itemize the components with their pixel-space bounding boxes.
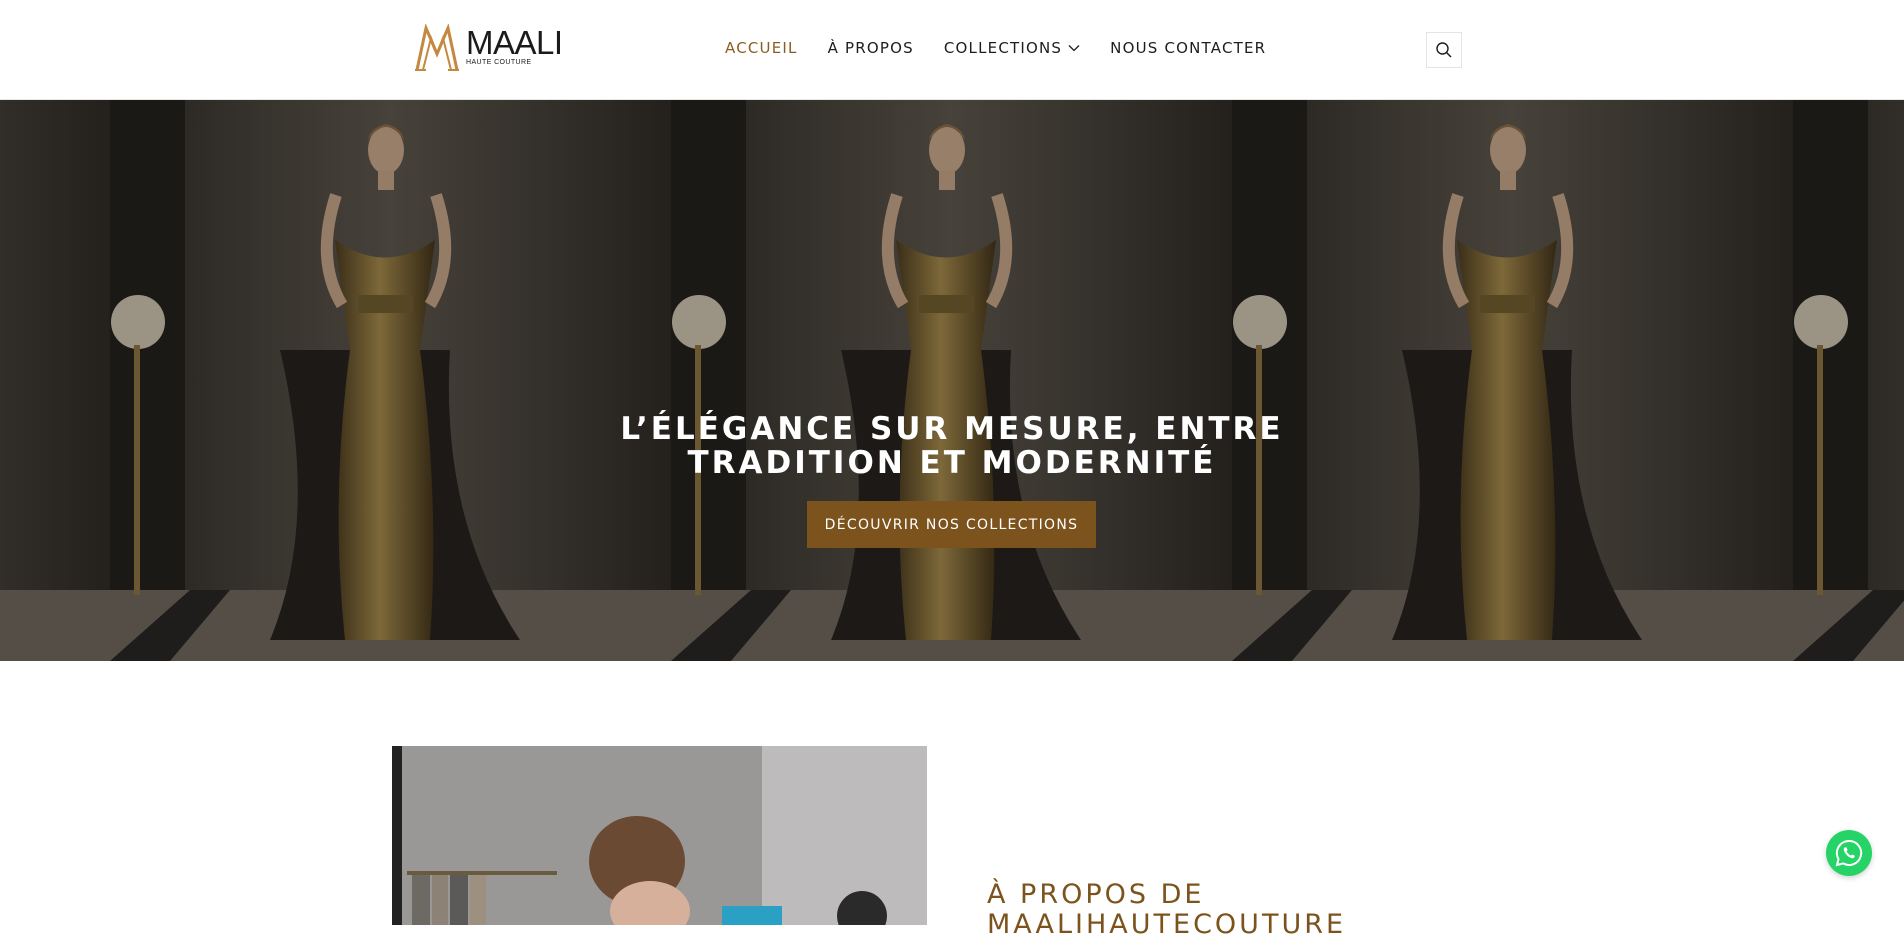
about-image: [392, 746, 927, 925]
hero-overlay: [0, 100, 1904, 661]
hero-title-line-2: TRADITION ET MODERNITÉ: [687, 445, 1217, 481]
about-heading-line-1: À PROPOS DE: [987, 879, 1205, 910]
hero-title-line-1: L’ÉLÉGANCE SUR MESURE, ENTRE: [620, 411, 1284, 447]
logo-tagline: HAUTE COUTURE: [466, 59, 532, 66]
nav-item-a-propos[interactable]: À PROPOS: [828, 39, 914, 57]
nav-item-collections[interactable]: COLLECTIONS: [944, 39, 1080, 57]
main-nav: ACCUEIL À PROPOS COLLECTIONS NOUS CONTAC…: [725, 36, 1296, 60]
site-header: MAALI HAUTE COUTURE ACCUEIL À PROPOS COL…: [0, 0, 1904, 100]
search-button[interactable]: [1426, 32, 1462, 68]
logo-monogram-icon: [415, 24, 459, 71]
search-icon: [1436, 42, 1452, 58]
logo-name: MAALI: [466, 24, 563, 61]
discover-collections-button[interactable]: DÉCOUVRIR NOS COLLECTIONS: [807, 501, 1096, 548]
chevron-down-icon: [1068, 45, 1080, 52]
about-heading: À PROPOS DE MAALIHAUTECOUTURE: [987, 880, 1387, 940]
nav-item-accueil[interactable]: ACCUEIL: [725, 39, 798, 57]
hero-banner: L’ÉLÉGANCE SUR MESURE, ENTRE TRADITION E…: [0, 100, 1904, 661]
nav-item-contact[interactable]: NOUS CONTACTER: [1110, 39, 1266, 57]
whatsapp-icon: [1835, 839, 1863, 867]
brand-logo[interactable]: MAALI HAUTE COUTURE: [414, 24, 574, 72]
hero-title: L’ÉLÉGANCE SUR MESURE, ENTRE TRADITION E…: [0, 412, 1904, 480]
nav-item-collections-label: COLLECTIONS: [943, 39, 1063, 57]
seamstress-image: [392, 746, 927, 925]
whatsapp-button[interactable]: [1826, 830, 1872, 876]
